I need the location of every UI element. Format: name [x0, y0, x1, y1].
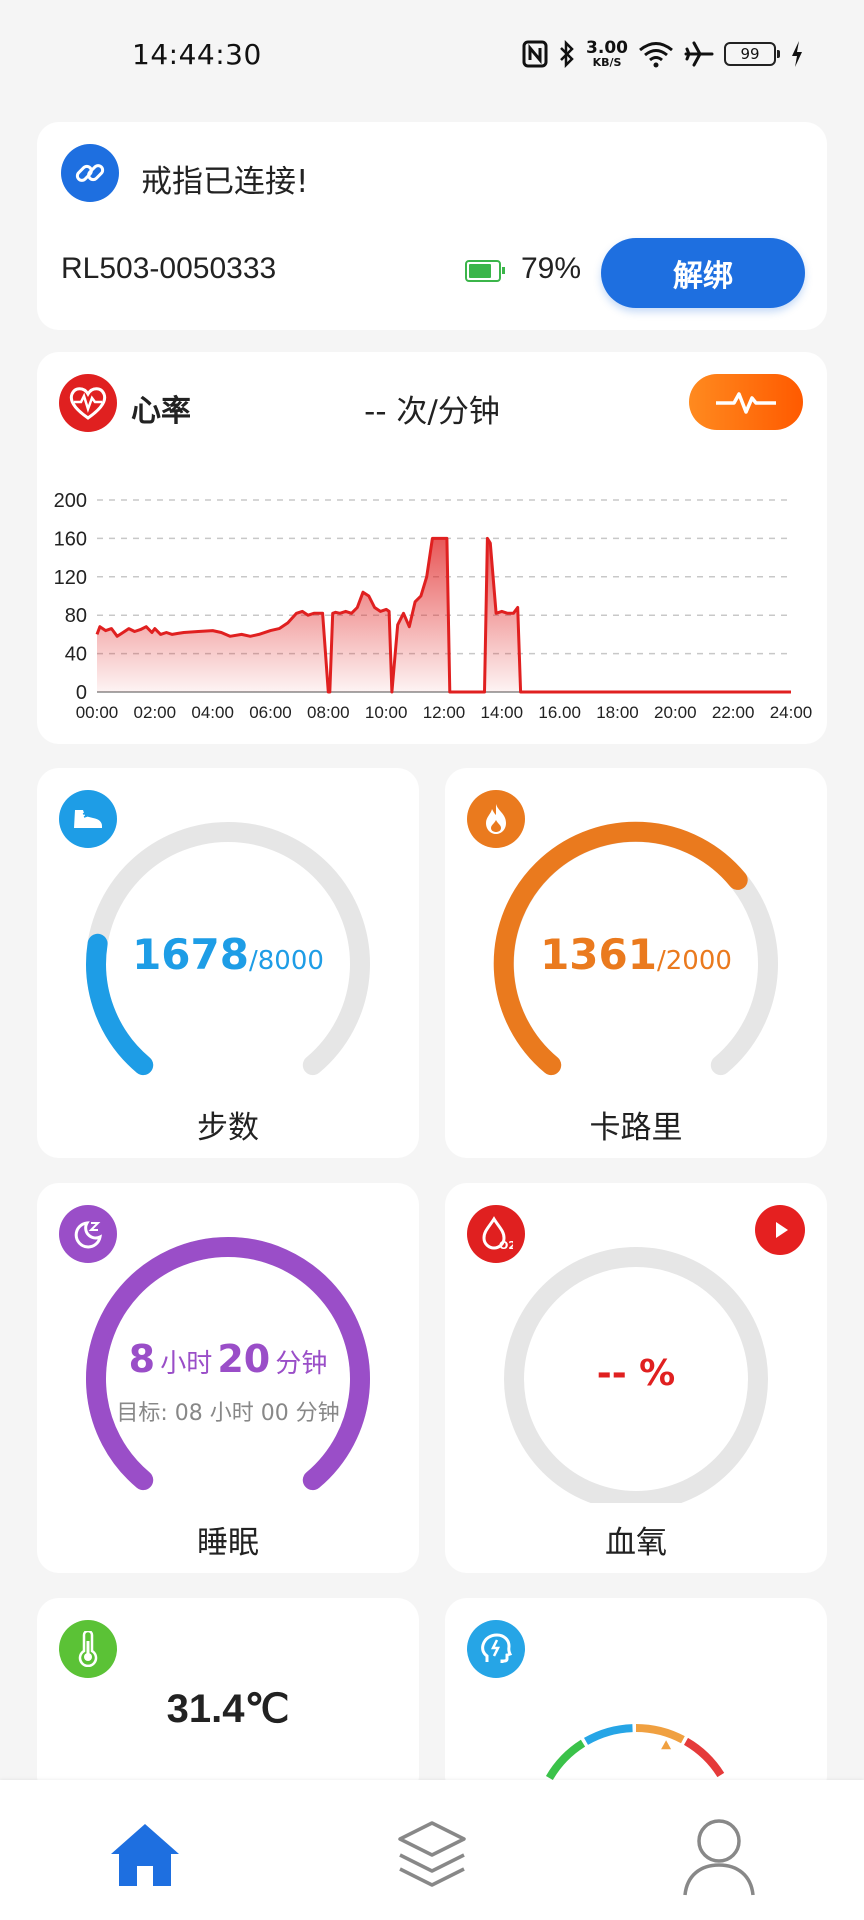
- calories-value: 1361/2000: [445, 930, 827, 979]
- x-tick-label: 18:00: [596, 703, 639, 722]
- svg-text:O2: O2: [499, 1239, 513, 1252]
- x-tick-label: 10:00: [365, 703, 408, 722]
- y-tick-label: 40: [65, 644, 87, 666]
- bottom-nav: [0, 1780, 864, 1920]
- play-icon: [776, 1222, 788, 1238]
- steps-goal: /8000: [248, 946, 324, 976]
- steps-count: 1678: [132, 930, 249, 979]
- temperature-value: 31.4℃: [166, 1687, 290, 1731]
- nfc-icon: [522, 40, 548, 68]
- layers-icon: [398, 1821, 466, 1887]
- heart-rate-card[interactable]: 心率 -- 次/分钟 0 40 80 120 160 200 00:00 02:00 04:00…: [37, 352, 827, 744]
- battery-percent: 79%: [521, 252, 582, 285]
- status-icons: 3.00 KB/S 99: [522, 36, 804, 72]
- sleep-minutes-unit: 分钟: [275, 1349, 328, 1379]
- calories-goal: /2000: [656, 946, 732, 976]
- sleep-hours: 8: [128, 1337, 156, 1381]
- nav-home[interactable]: [100, 1810, 190, 1900]
- stress-gauge: [545, 1724, 725, 1781]
- y-tick-label: 200: [54, 490, 87, 512]
- spo2-card[interactable]: O2 -- % 血氧: [445, 1183, 827, 1573]
- wifi-icon: [638, 40, 674, 68]
- blood-oxygen-icon: O2: [467, 1205, 525, 1263]
- y-tick-label: 0: [76, 682, 87, 704]
- sleep-value: 8 小时 20 分钟: [37, 1337, 419, 1381]
- x-tick-label: 20:00: [654, 703, 697, 722]
- x-tick-label: 16.00: [538, 703, 581, 722]
- home-icon: [111, 1824, 179, 1886]
- calories-label: 卡路里: [589, 1110, 683, 1146]
- connection-status: 戒指已连接!: [141, 164, 309, 200]
- device-id: RL503-0050333: [61, 252, 277, 285]
- stress-segment: [545, 1739, 586, 1781]
- play-button[interactable]: [755, 1205, 805, 1255]
- connection-card: 戒指已连接! RL503-0050333 79% 解绑: [37, 122, 827, 330]
- x-tick-label: 22:00: [712, 703, 755, 722]
- thermometer-icon: [59, 1620, 117, 1678]
- sleep-minutes: 20: [217, 1337, 271, 1381]
- temperature-card[interactable]: 31.4℃: [37, 1598, 419, 1798]
- net-speed: 3.00 KB/S: [586, 38, 628, 69]
- bluetooth-icon: [558, 40, 576, 68]
- flame-icon: [467, 790, 525, 848]
- x-tick-label: 12:00: [423, 703, 466, 722]
- x-tick-label: 00:00: [76, 703, 119, 722]
- steps-card[interactable]: 1678/8000 步数: [37, 768, 419, 1158]
- airplane-icon: [684, 40, 714, 68]
- x-tick-label: 14:00: [481, 703, 524, 722]
- stress-marker: [661, 1740, 672, 1750]
- heart-rate-chart: 0 40 80 120 160 200 00:00 02:00 04:00 06:00 08:00 1…: [54, 490, 813, 722]
- stress-segment: [635, 1724, 685, 1744]
- battery-fill: [469, 264, 492, 278]
- sleep-hours-unit: 小时: [160, 1349, 213, 1379]
- stress-segment: [584, 1724, 633, 1745]
- sleep-goal: 目标: 08 小时 00 分钟: [116, 1401, 340, 1426]
- status-bar: 14:44:30 3.00 KB/S 99: [0, 0, 864, 110]
- status-time: 14:44:30: [132, 38, 262, 71]
- y-tick-label: 80: [65, 605, 87, 627]
- nav-layers[interactable]: [387, 1810, 477, 1900]
- x-tick-label: 24:00: [770, 703, 813, 722]
- profile-icon: [683, 1819, 755, 1896]
- measure-heart-rate-button[interactable]: [689, 374, 803, 430]
- y-tick-label: 120: [54, 567, 87, 589]
- calories-card[interactable]: 1361/2000 卡路里: [445, 768, 827, 1158]
- stress-segment: [683, 1737, 725, 1778]
- moon-icon: [59, 1205, 117, 1263]
- y-tick-label: 160: [54, 528, 87, 550]
- x-tick-label: 04:00: [191, 703, 234, 722]
- spo2-label: 血氧: [605, 1525, 667, 1561]
- x-tick-label: 02:00: [134, 703, 177, 722]
- calories-count: 1361: [540, 930, 657, 979]
- sleep-card[interactable]: 8 小时 20 分钟 目标: 08 小时 00 分钟 睡眠: [37, 1183, 419, 1573]
- steps-value: 1678/8000: [37, 930, 419, 979]
- status-battery: 99: [724, 42, 780, 66]
- charging-icon: [790, 40, 804, 68]
- steps-label: 步数: [197, 1110, 259, 1146]
- link-icon: [61, 144, 119, 202]
- shoe-icon: [59, 790, 117, 848]
- stress-card[interactable]: [445, 1598, 827, 1798]
- x-tick-label: 08:00: [307, 703, 350, 722]
- sleep-label: 睡眠: [197, 1525, 259, 1561]
- unbind-button[interactable]: 解绑: [601, 238, 805, 308]
- nav-profile[interactable]: [674, 1810, 764, 1900]
- spo2-value: -- %: [596, 1353, 676, 1394]
- pulse-icon: [716, 392, 776, 414]
- x-tick-label: 06:00: [249, 703, 292, 722]
- battery-icon: [465, 260, 505, 282]
